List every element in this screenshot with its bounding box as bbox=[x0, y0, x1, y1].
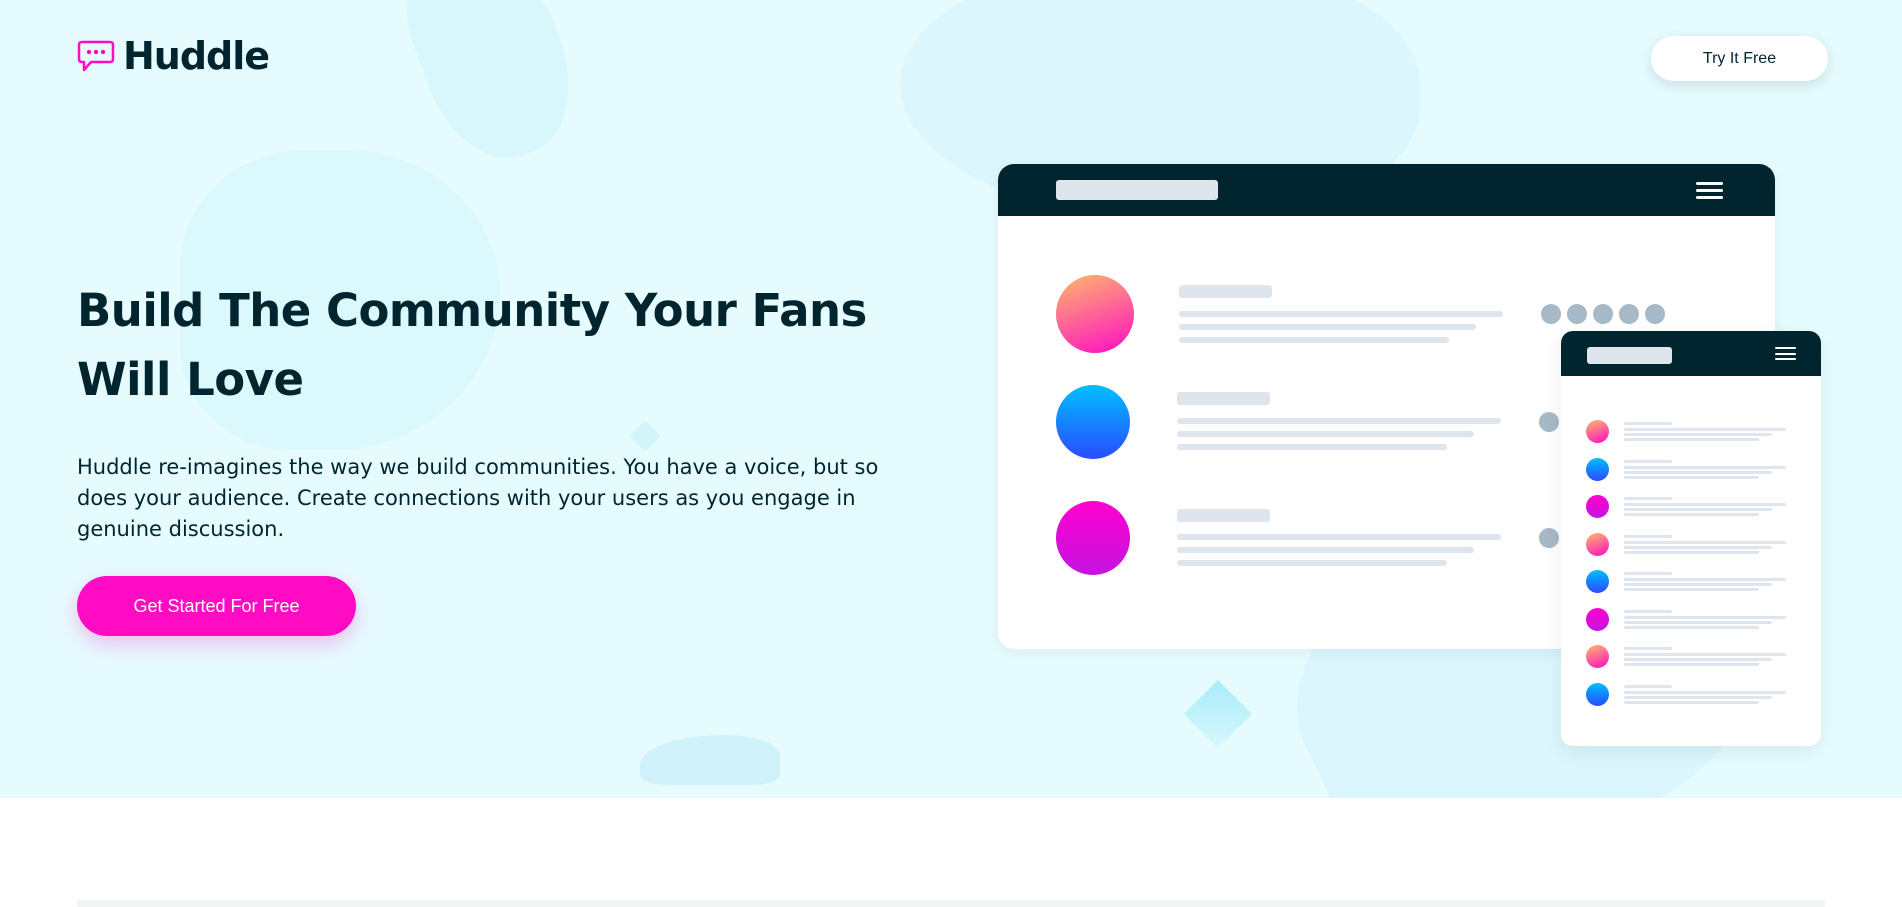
mobile-mockup bbox=[1561, 331, 1821, 746]
mockup-list-item bbox=[1586, 458, 1796, 484]
speech-bubble-icon bbox=[77, 40, 115, 72]
mockup-navbar bbox=[998, 164, 1775, 216]
avatar bbox=[1056, 275, 1134, 353]
reaction-dots bbox=[1539, 412, 1559, 432]
mockup-url-placeholder bbox=[1587, 347, 1672, 364]
mockup-list-item bbox=[1586, 533, 1796, 559]
decorative-diamond bbox=[1184, 680, 1252, 748]
hero-description: Huddle re-imagines the way we build comm… bbox=[77, 455, 879, 541]
background-blob bbox=[640, 735, 780, 785]
mockup-navbar bbox=[1561, 331, 1821, 376]
decorative-diamond bbox=[629, 420, 661, 452]
mockup-list-item bbox=[1586, 683, 1796, 709]
reaction-dots bbox=[1539, 528, 1559, 548]
mockup-list-item bbox=[1586, 645, 1796, 671]
mockup-list-item bbox=[1586, 495, 1796, 521]
hero-title: Build The Community Your Fans Will Love bbox=[77, 284, 867, 406]
mockup-list-item bbox=[1586, 608, 1796, 634]
brand-name: Huddle bbox=[123, 34, 270, 78]
background-blob bbox=[386, 0, 594, 178]
section-divider bbox=[77, 900, 1825, 907]
mockup-list-item bbox=[1586, 420, 1796, 446]
avatar bbox=[1056, 385, 1130, 459]
mockup-list-item bbox=[1586, 570, 1796, 596]
get-started-button[interactable]: Get Started For Free bbox=[77, 576, 356, 636]
hamburger-menu-icon bbox=[1696, 182, 1723, 199]
hamburger-menu-icon bbox=[1775, 347, 1796, 360]
mockup-url-placeholder bbox=[1056, 180, 1218, 200]
hero-section: Huddle Try It Free Build The Community Y… bbox=[0, 0, 1902, 798]
brand-logo[interactable]: Huddle bbox=[77, 34, 270, 78]
avatar bbox=[1056, 501, 1130, 575]
reaction-dots bbox=[1541, 304, 1665, 324]
try-it-free-button[interactable]: Try It Free bbox=[1651, 36, 1828, 81]
